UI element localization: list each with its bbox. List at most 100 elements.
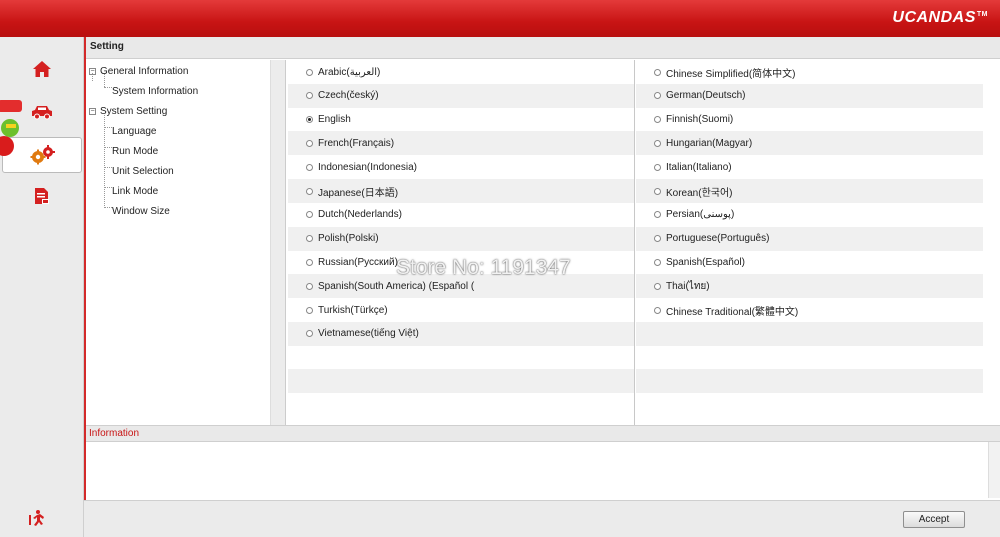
nav-home-button[interactable] [2, 51, 82, 87]
car-icon [32, 106, 52, 120]
language-option[interactable]: Arabic(العربية) [288, 60, 634, 84]
language-label: English [318, 114, 351, 126]
language-list: Arabic(العربية) Czech(český) English French… [288, 60, 1000, 425]
radio-button[interactable] [654, 116, 661, 124]
empty-row [288, 369, 634, 394]
language-label: German(Deutsch) [666, 90, 746, 102]
tree-item-window-size[interactable]: Window Size [112, 206, 170, 217]
radio-button[interactable] [306, 282, 313, 290]
information-scrollbar[interactable] [988, 442, 1000, 498]
radio-button[interactable] [306, 139, 313, 147]
language-label: Japanese(日本語) [318, 187, 399, 199]
empty-row [636, 369, 983, 394]
tree-item-unit-selection[interactable]: Unit Selection [112, 166, 174, 177]
language-option[interactable]: Turkish(Türkçe) [288, 298, 634, 322]
language-option[interactable]: Polish(Polski) [288, 226, 634, 251]
language-label: Finnish(Suomi) [666, 114, 734, 126]
language-label: Chinese Simplified(简体中文) [666, 68, 796, 80]
radio-button[interactable] [654, 92, 661, 100]
empty-row [636, 393, 983, 417]
left-nav [0, 37, 84, 537]
language-option[interactable]: Korean(한국어) [636, 179, 983, 203]
settings-tree: − General Information System Information … [86, 60, 270, 425]
language-option[interactable]: Chinese Traditional(繁體中文) [636, 298, 983, 322]
language-label: Indonesian(Indonesia) [318, 161, 417, 173]
language-option[interactable]: French(Français) [288, 131, 634, 156]
exit-icon[interactable] [28, 509, 46, 527]
language-option[interactable]: German(Deutsch) [636, 83, 983, 108]
language-option[interactable]: Portuguese(Português) [636, 226, 983, 251]
language-label: Spanish(Español) [666, 256, 745, 268]
language-label: French(Français) [318, 137, 395, 149]
radio-button[interactable] [654, 68, 661, 76]
radio-button[interactable] [654, 211, 661, 219]
home-icon [33, 61, 51, 77]
language-option[interactable]: Czech(český) [288, 83, 634, 108]
language-option[interactable]: Japanese(日本語) [288, 179, 634, 203]
language-label: Thai(ไทย) [666, 280, 710, 292]
tree-scrollbar[interactable] [270, 60, 286, 425]
tree-item-system-setting[interactable]: − System Setting [89, 106, 167, 117]
empty-row [288, 346, 634, 370]
collapse-icon[interactable]: − [89, 67, 96, 75]
language-label: Polish(Polski) [318, 233, 379, 245]
tree-item-general-information[interactable]: − General Information [89, 66, 188, 77]
language-label: Czech(český) [318, 90, 379, 102]
overlay-badge-graphic [0, 100, 22, 156]
radio-button[interactable] [654, 163, 661, 171]
language-option[interactable]: Hungarian(Magyar) [636, 131, 983, 156]
language-option[interactable]: English [288, 108, 634, 132]
information-box [86, 442, 1000, 498]
top-bar: UCANDASTM [0, 0, 1000, 37]
radio-button[interactable] [306, 235, 313, 243]
language-label: Spanish(South America) (Español ( [318, 280, 475, 292]
report-icon [35, 188, 49, 204]
empty-row [636, 321, 983, 346]
tree-item-link-mode[interactable]: Link Mode [112, 186, 158, 197]
bottom-bar: Accept [84, 500, 1000, 537]
radio-button[interactable] [654, 306, 661, 314]
radio-button[interactable] [306, 211, 313, 219]
radio-button[interactable] [306, 116, 313, 124]
language-option[interactable]: Chinese Simplified(简体中文) [636, 60, 983, 84]
radio-button[interactable] [306, 163, 313, 171]
language-label: Dutch(Nederlands) [318, 209, 402, 221]
radio-button[interactable] [654, 282, 661, 290]
language-option[interactable]: Finnish(Suomi) [636, 108, 983, 132]
tree-item-language[interactable]: Language [112, 126, 157, 137]
radio-button[interactable] [306, 330, 313, 338]
tree-item-run-mode[interactable]: Run Mode [112, 146, 158, 157]
radio-button[interactable] [306, 258, 313, 266]
language-label: Portuguese(Português) [666, 233, 770, 245]
radio-button[interactable] [654, 187, 661, 195]
radio-button[interactable] [306, 68, 313, 76]
empty-row [636, 346, 983, 370]
accept-button[interactable]: Accept [903, 511, 965, 528]
language-option[interactable]: Italian(Italiano) [636, 155, 983, 179]
language-option[interactable]: Indonesian(Indonesia) [288, 155, 634, 179]
language-option[interactable]: Thai(ไทย) [636, 274, 983, 299]
gears-icon [30, 145, 55, 165]
tree-item-system-information[interactable]: System Information [112, 86, 198, 97]
language-label: Italian(Italiano) [666, 161, 732, 173]
radio-button[interactable] [306, 306, 313, 314]
collapse-icon[interactable]: − [89, 107, 96, 115]
language-label: Russian(Русский) [318, 256, 398, 268]
page-title: Setting [86, 37, 1000, 59]
radio-button[interactable] [654, 235, 661, 243]
language-option[interactable]: Persian(پوسنی) [636, 203, 983, 227]
radio-button[interactable] [654, 139, 661, 147]
language-option[interactable]: Spanish(Español) [636, 250, 983, 274]
radio-button[interactable] [654, 258, 661, 266]
language-label: Arabic(العربية) [318, 66, 381, 78]
language-column-left: Arabic(العربية) Czech(český) English French… [288, 60, 635, 425]
language-label: Turkish(Türkçe) [318, 304, 388, 316]
information-header: Information [86, 425, 1000, 442]
language-label: Chinese Traditional(繁體中文) [666, 306, 799, 318]
language-option[interactable]: Dutch(Nederlands) [288, 203, 634, 227]
language-label: Hungarian(Magyar) [666, 137, 753, 149]
nav-report-button[interactable] [2, 178, 82, 214]
radio-button[interactable] [306, 92, 313, 100]
radio-button[interactable] [306, 187, 313, 195]
language-option[interactable]: Vietnamese(tiếng Việt) [288, 321, 634, 346]
